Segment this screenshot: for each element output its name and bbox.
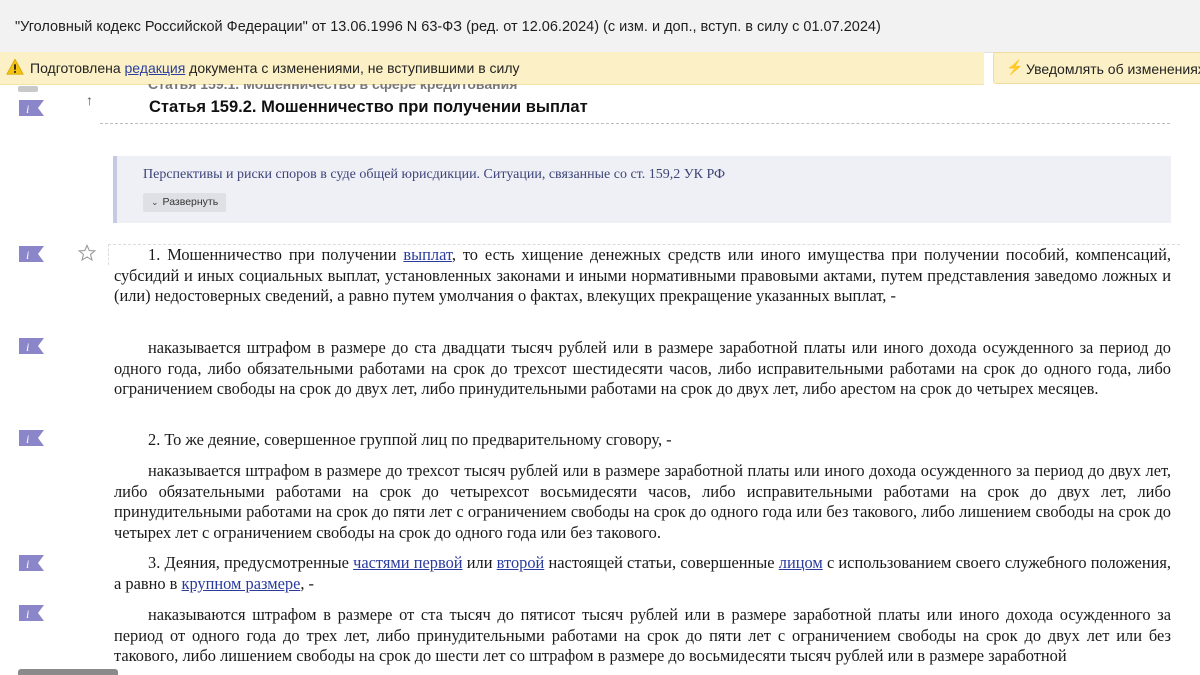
bottom-scroll-tab[interactable] bbox=[18, 669, 118, 675]
related-materials-title[interactable]: Перспективы и риски споров в суде общей … bbox=[143, 167, 725, 183]
info-flag-icon[interactable]: i bbox=[18, 429, 45, 447]
warning-icon bbox=[6, 58, 24, 75]
notify-changes-label: Уведомлять об изменениях bbox=[1026, 61, 1200, 77]
revision-link[interactable]: редакция bbox=[125, 60, 186, 76]
svg-text:i: i bbox=[26, 248, 29, 262]
bolt-icon: ⚡ bbox=[1006, 59, 1024, 75]
warning-banner: Подготовлена редакция документа с измене… bbox=[0, 52, 984, 85]
svg-text:i: i bbox=[26, 102, 29, 116]
chevron-down-icon: ⌄ bbox=[151, 197, 159, 207]
star-icon[interactable] bbox=[78, 244, 96, 262]
paragraph-sanction-1: наказывается штрафом в размере до ста дв… bbox=[114, 338, 1171, 399]
paragraph-sanction-3: наказываются штрафом в размере от ста ты… bbox=[114, 605, 1171, 666]
hidden-text-fragment bbox=[148, 126, 528, 132]
info-flag-icon[interactable]: i bbox=[18, 245, 45, 263]
large-amount-link[interactable]: крупном размере bbox=[181, 574, 300, 593]
paragraph-sanction-2: наказывается штрафом в размере до трехсо… bbox=[114, 461, 1171, 543]
info-flag-icon[interactable]: i bbox=[18, 554, 45, 572]
parts-one-link[interactable]: частями первой bbox=[353, 553, 462, 572]
info-flag-icon[interactable]: i bbox=[18, 99, 45, 117]
document-title: "Уголовный кодекс Российской Федерации" … bbox=[15, 19, 881, 35]
drag-handle[interactable] bbox=[18, 86, 38, 92]
paragraph-part-3: 3. Деяния, предусмотренные частями перво… bbox=[114, 553, 1172, 593]
related-materials-box: Перспективы и риски споров в суде общей … bbox=[113, 156, 1171, 223]
warning-text: Подготовлена редакция документа с измене… bbox=[30, 60, 520, 76]
svg-text:i: i bbox=[26, 432, 29, 446]
payments-link[interactable]: выплат bbox=[403, 245, 451, 264]
article-title: Статья 159.2. Мошенничество при получени… bbox=[149, 98, 588, 116]
paragraph-part-2: 2. То же деяние, совершенное группой лиц… bbox=[148, 430, 672, 449]
info-flag-icon[interactable]: i bbox=[18, 337, 45, 355]
svg-text:i: i bbox=[26, 557, 29, 571]
person-link[interactable]: лицом bbox=[779, 553, 823, 572]
notify-changes-button[interactable]: ⚡ Уведомлять об изменениях bbox=[993, 52, 1200, 84]
expand-button[interactable]: ⌄ Развернуть bbox=[143, 193, 227, 212]
up-arrow-icon[interactable]: ↑ bbox=[86, 92, 93, 108]
svg-text:i: i bbox=[26, 607, 29, 621]
part-two-link[interactable]: второй bbox=[497, 553, 545, 572]
previous-article-title-fragment: Статья 159.1. Мошенничество в сфере кред… bbox=[148, 84, 518, 92]
paragraph-part-1: 1. Мошенничество при получении выплат, т… bbox=[114, 245, 1171, 306]
info-flag-icon[interactable]: i bbox=[18, 604, 45, 622]
document-title-bar: "Уголовный кодекс Российской Федерации" … bbox=[0, 0, 1200, 53]
svg-text:i: i bbox=[26, 340, 29, 354]
header-divider bbox=[100, 123, 1170, 124]
